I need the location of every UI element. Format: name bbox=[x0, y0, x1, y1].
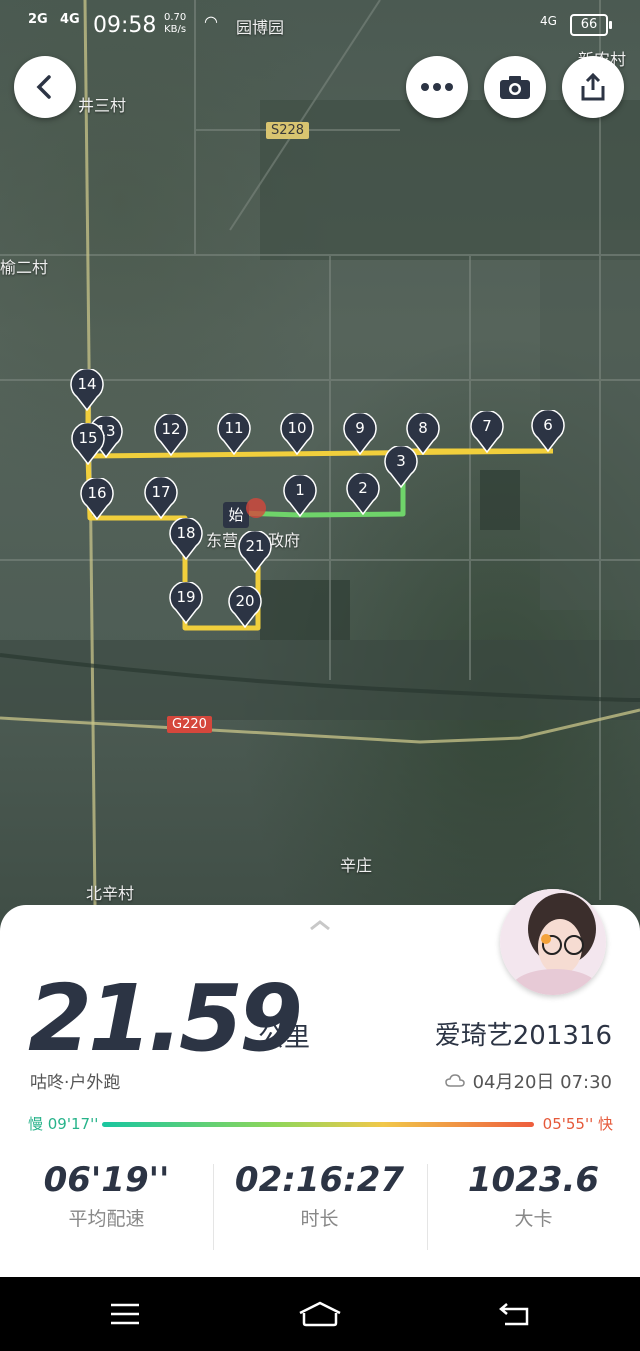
route-marker[interactable]: 2 bbox=[346, 473, 380, 515]
signal-2g-icon: 2G bbox=[28, 12, 48, 27]
map-label: 辛庄 bbox=[340, 856, 373, 875]
stat-avg-pace: 06'19'' 平均配速 bbox=[0, 1160, 213, 1231]
home-icon bbox=[299, 1301, 341, 1327]
map-label: 榆二村 bbox=[0, 258, 49, 277]
distance-unit: 公里 bbox=[258, 1023, 311, 1053]
stat-label: 平均配速 bbox=[68, 1208, 145, 1230]
avatar-image bbox=[500, 889, 606, 995]
route-marker[interactable]: 8 bbox=[406, 413, 440, 455]
stat-value: 06'19'' bbox=[43, 1160, 170, 1200]
net-speed: 0.70 KB/s bbox=[164, 12, 186, 36]
activity-datetime: 04月20日 07:30 bbox=[444, 1068, 612, 1094]
route-marker-label: 16 bbox=[87, 484, 107, 502]
route-marker-label: 10 bbox=[287, 419, 307, 437]
route-marker-label: 21 bbox=[245, 537, 265, 555]
route-marker-label: 7 bbox=[482, 417, 492, 435]
stat-calories: 1023.6 大卡 bbox=[427, 1160, 640, 1231]
menu-button[interactable] bbox=[100, 1293, 150, 1335]
pace-legend: 慢 09'17'' 05'55'' 快 bbox=[28, 1113, 613, 1137]
avatar[interactable] bbox=[500, 889, 606, 995]
route-map[interactable]: 园博园 井三村 新农村 榆二村 东营 政府 辛庄 北辛村 S228 G220 始… bbox=[0, 0, 640, 940]
chevron-left-icon bbox=[36, 75, 51, 99]
route-marker[interactable]: 15 bbox=[71, 423, 105, 465]
route-marker[interactable]: 20 bbox=[228, 586, 262, 628]
route-marker-label: 8 bbox=[418, 419, 428, 437]
status-time: 09:58 bbox=[93, 13, 157, 38]
status-bar: 2G 4G 09:58 0.70 KB/s ◠ 4G 66 bbox=[0, 0, 640, 50]
route-marker[interactable]: 21 bbox=[238, 531, 272, 573]
route-marker-label: 18 bbox=[176, 524, 196, 542]
pace-gradient-bar bbox=[102, 1122, 534, 1127]
stat-label: 大卡 bbox=[514, 1208, 553, 1230]
camera-button[interactable] bbox=[484, 56, 546, 118]
cloud-icon bbox=[444, 1074, 465, 1087]
route-marker[interactable]: 6 bbox=[531, 410, 565, 452]
activity-source: 咕咚·户外跑 bbox=[30, 1073, 121, 1093]
route-marker-label: 17 bbox=[151, 483, 171, 501]
route-marker[interactable]: 10 bbox=[280, 413, 314, 455]
stat-value: 02:16:27 bbox=[234, 1160, 405, 1200]
user-name[interactable]: 爱琦艺201316 bbox=[435, 1015, 612, 1052]
route-marker[interactable]: 17 bbox=[144, 477, 178, 519]
stat-label: 时长 bbox=[300, 1208, 339, 1230]
menu-icon bbox=[111, 1303, 139, 1325]
back-nav-icon bbox=[499, 1303, 529, 1326]
net-speed-value: 0.70 bbox=[164, 12, 187, 23]
route-marker-label: 19 bbox=[176, 588, 196, 606]
end-marker[interactable] bbox=[246, 498, 266, 518]
pace-fast-label: 05'55'' 快 bbox=[542, 1115, 613, 1133]
share-button[interactable] bbox=[562, 56, 624, 118]
route-marker[interactable]: 16 bbox=[80, 478, 114, 520]
route-marker-label: 9 bbox=[355, 419, 365, 437]
stats-row: 06'19'' 平均配速 02:16:27 时长 1023.6 大卡 bbox=[0, 1160, 640, 1255]
app-root: 园博园 井三村 新农村 榆二村 东营 政府 辛庄 北辛村 S228 G220 始… bbox=[0, 0, 640, 1351]
map-label: 东营 bbox=[206, 531, 239, 550]
route-marker-label: 2 bbox=[358, 479, 368, 497]
battery-icon: 66 bbox=[570, 14, 612, 36]
route-marker[interactable]: 11 bbox=[217, 413, 251, 455]
network-type: 4G bbox=[540, 14, 557, 28]
route-marker[interactable]: 1 bbox=[283, 475, 317, 517]
route-marker-label: 15 bbox=[78, 429, 98, 447]
back-nav-button[interactable] bbox=[490, 1293, 540, 1335]
map-label: 井三村 bbox=[78, 96, 127, 115]
route-marker-label: 1 bbox=[295, 481, 305, 499]
route-marker[interactable]: 7 bbox=[470, 411, 504, 453]
route-marker-label: 6 bbox=[543, 416, 553, 434]
more-button[interactable] bbox=[406, 56, 468, 118]
road-sign: S228 bbox=[266, 122, 310, 139]
route-marker-label: 12 bbox=[161, 420, 181, 438]
route-marker[interactable]: 14 bbox=[70, 369, 104, 411]
map-label: 政府 bbox=[268, 531, 301, 550]
share-icon bbox=[581, 72, 605, 101]
summary-sheet: 21.59 公里 爱琦艺201316 咕咚·户外跑 04月20日 07:30 慢… bbox=[0, 889, 640, 1277]
more-dots-icon bbox=[421, 83, 453, 91]
stat-value: 1023.6 bbox=[467, 1160, 600, 1200]
net-speed-unit: KB/s bbox=[164, 24, 187, 35]
home-button[interactable] bbox=[295, 1293, 345, 1335]
datetime-text: 04月20日 07:30 bbox=[472, 1072, 612, 1093]
map-canvas bbox=[0, 0, 640, 906]
map-label: 北辛村 bbox=[86, 884, 135, 903]
road-sign: G220 bbox=[167, 716, 212, 733]
route-marker-label: 14 bbox=[77, 375, 97, 393]
back-button[interactable] bbox=[14, 56, 76, 118]
chevron-up-icon[interactable] bbox=[308, 919, 332, 931]
route-marker[interactable]: 19 bbox=[169, 582, 203, 624]
route-marker-label: 11 bbox=[224, 419, 244, 437]
route-marker[interactable]: 12 bbox=[154, 414, 188, 456]
wifi-icon: ◠ bbox=[204, 12, 218, 31]
stat-duration: 02:16:27 时长 bbox=[213, 1160, 426, 1231]
route-marker[interactable]: 18 bbox=[169, 518, 203, 560]
signal-4g-icon: 4G bbox=[60, 12, 80, 27]
camera-icon bbox=[500, 76, 530, 99]
pace-slow-label: 慢 09'17'' bbox=[28, 1115, 99, 1133]
route-marker-label: 20 bbox=[235, 592, 255, 610]
system-nav-bar bbox=[0, 1277, 640, 1351]
route-marker[interactable]: 9 bbox=[343, 413, 377, 455]
